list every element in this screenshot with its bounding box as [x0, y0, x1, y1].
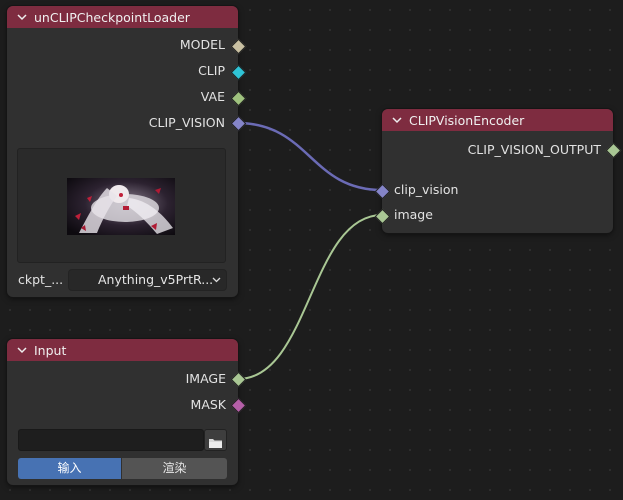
browse-folder-button[interactable]	[204, 429, 227, 451]
output-mask: MASK	[191, 397, 226, 413]
socket-label: CLIP_VISION	[148, 115, 225, 130]
chevron-down-icon[interactable]	[390, 113, 404, 127]
folder-icon	[208, 434, 223, 453]
node-title: unCLIPCheckpointLoader	[34, 9, 190, 25]
clip-vision-link	[236, 121, 383, 192]
node-header[interactable]: CLIPVisionEncoder	[382, 109, 613, 131]
socket-label: IMAGE	[185, 371, 226, 386]
socket-label: CLIP	[198, 63, 225, 78]
node-title: CLIPVisionEncoder	[409, 112, 525, 128]
ckpt-name-dropdown[interactable]: Anything_v5PrtR...	[68, 269, 227, 291]
node-title: Input	[34, 342, 67, 358]
socket-model[interactable]	[230, 38, 247, 55]
output-clip-vision: CLIP_VISION	[149, 115, 225, 131]
input-clip-vision: clip_vision	[394, 182, 458, 198]
node-input[interactable]: Input IMAGE MASK 输入 渲染	[7, 339, 247, 485]
socket-label: MODEL	[179, 37, 225, 52]
mode-render-button[interactable]: 渲染	[122, 458, 227, 479]
node-clip-vision-encoder[interactable]: CLIPVisionEncoder CLIP_VISION_OUTPUT cli…	[374, 109, 622, 233]
socket-image-input[interactable]	[374, 208, 391, 225]
dropdown-value: Anything_v5PrtR...	[98, 272, 214, 287]
socket-label: MASK	[190, 397, 226, 412]
chevron-down-icon[interactable]	[15, 343, 29, 357]
ckpt-name-label: ckpt_...	[18, 272, 64, 287]
node-header[interactable]: unCLIPCheckpointLoader	[7, 6, 238, 28]
chevron-down-icon[interactable]	[15, 10, 29, 24]
socket-clip[interactable]	[230, 64, 247, 81]
node-header[interactable]: Input	[7, 339, 238, 361]
node-unclip-checkpoint-loader[interactable]: unCLIPCheckpointLoader MODEL CLIP VAE CL…	[7, 6, 247, 297]
dropdown-chevron-icon	[212, 270, 221, 296]
mode-input-button[interactable]: 输入	[18, 458, 121, 479]
mode-render-label: 渲染	[162, 461, 187, 475]
image-link	[237, 214, 383, 380]
input-image: image	[394, 207, 433, 223]
path-input[interactable]	[18, 429, 204, 451]
socket-label: image	[394, 207, 433, 222]
socket-label: clip_vision	[394, 182, 459, 197]
socket-clip-vision[interactable]	[230, 115, 247, 132]
socket-label: VAE	[200, 89, 225, 104]
socket-mask[interactable]	[230, 397, 247, 414]
socket-vae[interactable]	[230, 90, 247, 107]
mode-input-label: 输入	[57, 461, 82, 475]
socket-label: CLIP_VISION_OUTPUT	[467, 142, 601, 157]
output-model: MODEL	[180, 37, 225, 53]
output-vae: VAE	[201, 89, 225, 105]
socket-clip-vision-output[interactable]	[605, 142, 622, 159]
output-image: IMAGE	[186, 371, 226, 387]
socket-image[interactable]	[230, 371, 247, 388]
socket-clip-vision-input[interactable]	[374, 183, 391, 200]
image-preview	[17, 148, 226, 263]
preview-thumbnail	[67, 178, 175, 235]
output-clip-vision-output: CLIP_VISION_OUTPUT	[468, 142, 601, 158]
output-clip: CLIP	[198, 63, 225, 79]
